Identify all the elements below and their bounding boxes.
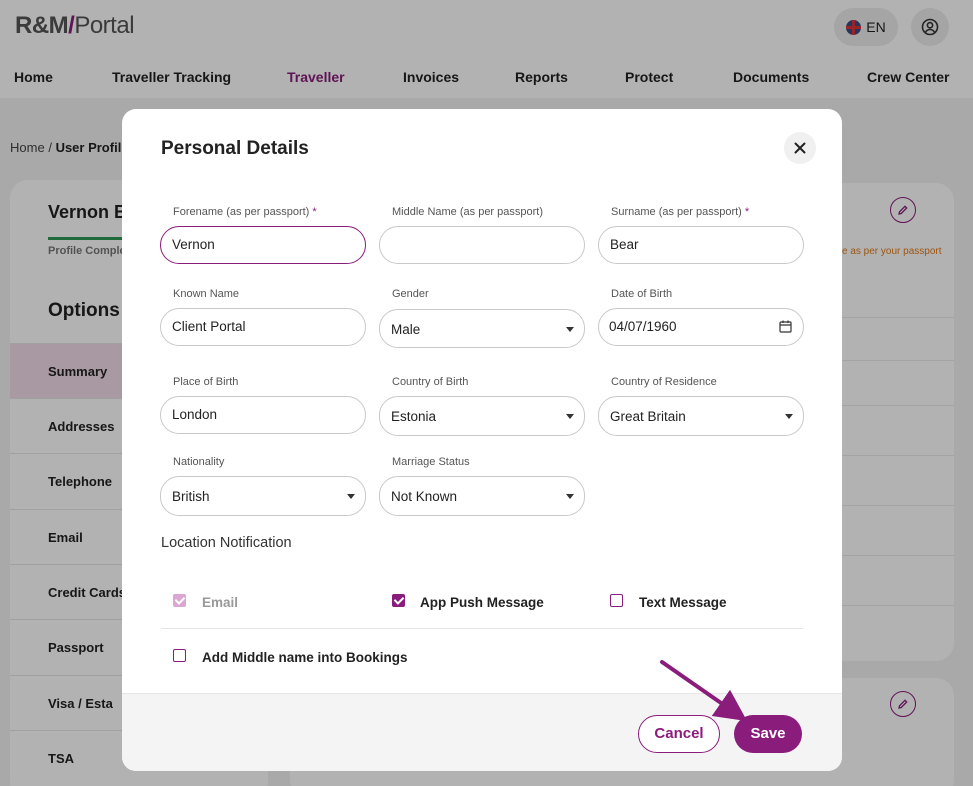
place-of-birth-input[interactable]: London — [160, 396, 366, 434]
dob-value: 04/07/1960 — [609, 319, 677, 334]
email-notification-checkbox — [173, 594, 186, 607]
close-icon — [794, 142, 806, 154]
place-of-birth-label: Place of Birth — [173, 376, 239, 388]
divider — [161, 628, 803, 629]
middle-name-bookings-checkbox[interactable] — [173, 649, 186, 662]
app-push-checkbox[interactable] — [392, 594, 405, 607]
gender-label: Gender — [392, 288, 429, 300]
forename-input[interactable]: Vernon — [160, 226, 366, 264]
modal-title: Personal Details — [161, 138, 309, 159]
dob-input[interactable]: 04/07/1960 — [598, 308, 804, 346]
email-notification-label: Email — [202, 595, 239, 610]
location-notification-heading: Location Notification — [161, 535, 292, 551]
save-button[interactable]: Save — [734, 715, 802, 753]
cancel-button[interactable]: Cancel — [638, 715, 720, 753]
country-of-residence-select[interactable]: Great Britain — [598, 396, 804, 436]
gender-select[interactable]: Male — [379, 309, 585, 348]
middle-name-input[interactable] — [379, 226, 585, 264]
text-message-checkbox[interactable] — [610, 594, 623, 607]
app-push-label[interactable]: App Push Message — [420, 595, 544, 610]
known-name-label: Known Name — [173, 288, 240, 300]
known-name-input[interactable]: Client Portal — [160, 308, 366, 346]
middle-name-label: Middle Name (as per passport) — [392, 206, 544, 218]
country-of-birth-select[interactable]: Estonia — [379, 396, 585, 436]
surname-label: Surname (as per passport) * — [611, 206, 750, 218]
nationality-label: Nationality — [173, 456, 225, 468]
country-of-birth-label: Country of Birth — [392, 376, 469, 388]
nationality-select[interactable]: British — [160, 476, 366, 516]
forename-label: Forename (as per passport) * — [173, 206, 317, 218]
text-message-label[interactable]: Text Message — [639, 595, 727, 610]
calendar-icon[interactable] — [779, 320, 792, 333]
close-button[interactable] — [784, 132, 816, 164]
dob-label: Date of Birth — [611, 288, 673, 300]
pointer-arrow-icon — [660, 660, 745, 720]
middle-name-bookings-label[interactable]: Add Middle name into Bookings — [202, 650, 408, 665]
surname-input[interactable]: Bear — [598, 226, 804, 264]
country-of-residence-label: Country of Residence — [611, 376, 717, 388]
marriage-status-label: Marriage Status — [392, 456, 470, 468]
marriage-status-select[interactable]: Not Known — [379, 476, 585, 516]
